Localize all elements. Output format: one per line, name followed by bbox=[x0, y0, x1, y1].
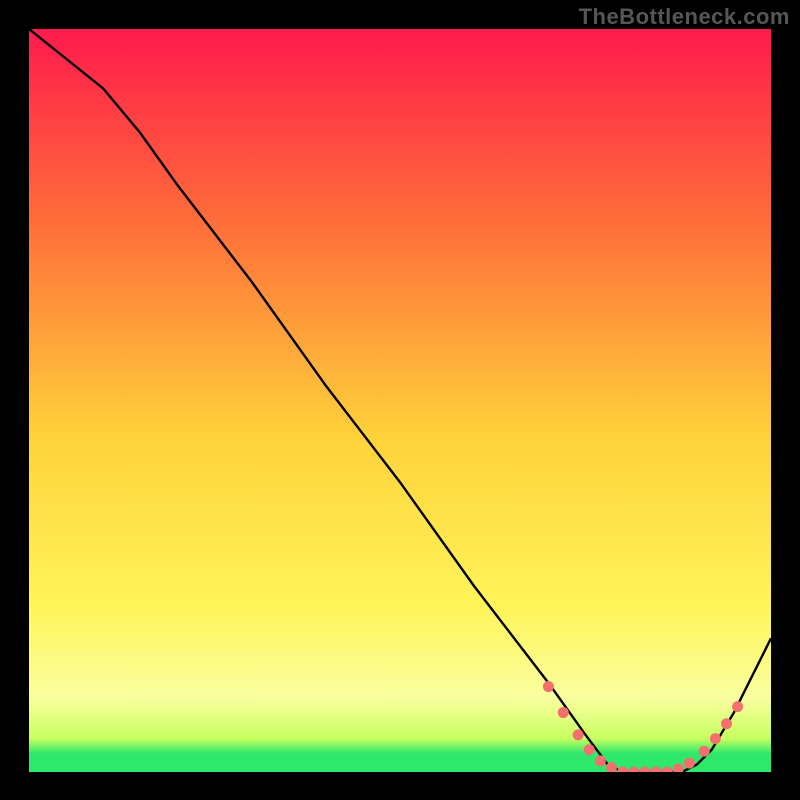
marker-point bbox=[710, 733, 721, 744]
chart-svg bbox=[0, 0, 800, 800]
marker-point bbox=[699, 746, 710, 757]
watermark-text: TheBottleneck.com bbox=[579, 4, 790, 30]
marker-point bbox=[595, 755, 606, 766]
marker-point bbox=[558, 707, 569, 718]
marker-point bbox=[673, 764, 684, 775]
marker-point bbox=[543, 681, 554, 692]
marker-point bbox=[573, 729, 584, 740]
gradient-background bbox=[29, 29, 771, 772]
marker-point bbox=[732, 701, 743, 712]
marker-point bbox=[721, 718, 732, 729]
marker-point bbox=[606, 762, 617, 773]
marker-point bbox=[584, 744, 595, 755]
marker-point bbox=[617, 767, 628, 778]
marker-point bbox=[628, 767, 639, 778]
chart-container: { "watermark": "TheBottleneck.com", "col… bbox=[0, 0, 800, 800]
marker-point bbox=[650, 767, 661, 778]
marker-point bbox=[639, 767, 650, 778]
marker-point bbox=[662, 767, 673, 778]
marker-point bbox=[684, 758, 695, 769]
